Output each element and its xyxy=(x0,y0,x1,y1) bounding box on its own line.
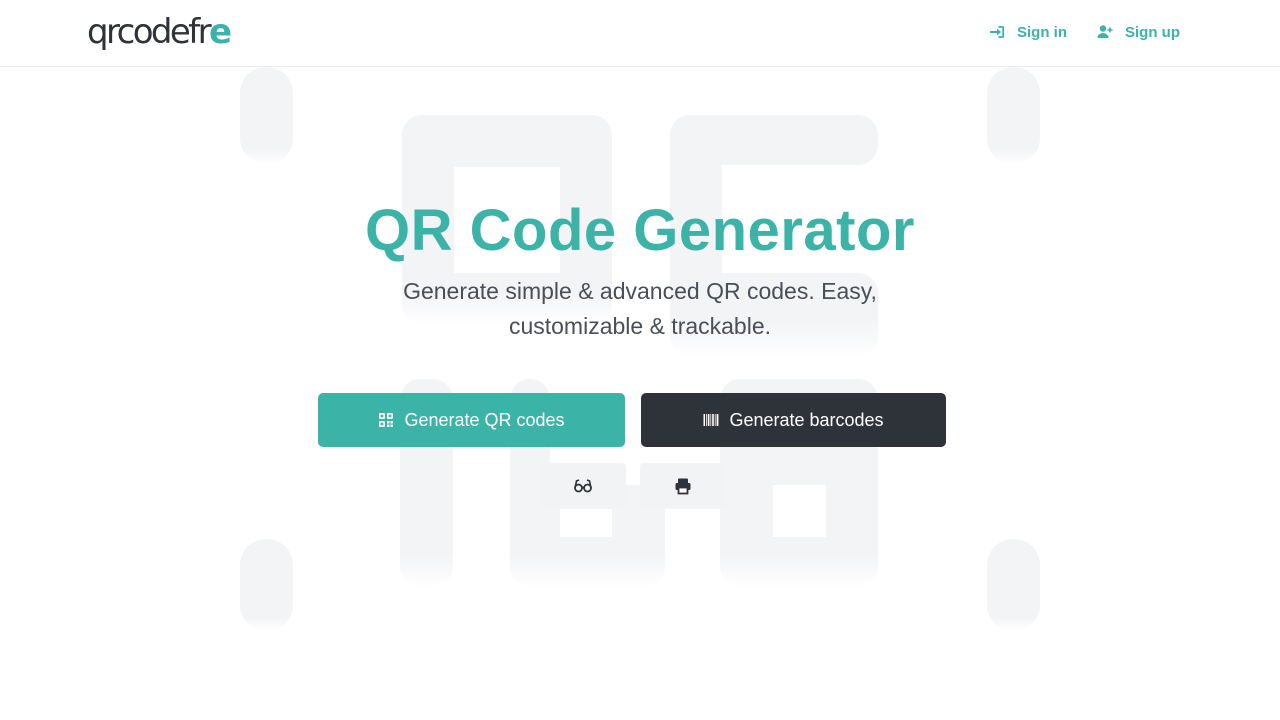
sign-up-link[interactable]: Sign up xyxy=(1097,19,1180,45)
barcode-icon xyxy=(703,414,719,426)
site-header: qrcodefr e Sign in Sign up xyxy=(0,0,1280,67)
generate-qr-button[interactable]: Generate QR codes xyxy=(318,393,625,447)
glasses-icon xyxy=(574,479,592,493)
sign-in-link[interactable]: Sign in xyxy=(989,19,1067,45)
hero-subtitle: Generate simple & advanced QR codes. Eas… xyxy=(403,278,877,339)
print-icon xyxy=(675,478,691,495)
print-button[interactable] xyxy=(640,463,726,509)
hero-section: QR Code Generator Generate simple & adva… xyxy=(0,196,1280,344)
generate-qr-label: Generate QR codes xyxy=(404,409,565,430)
generate-barcodes-button[interactable]: Generate barcodes xyxy=(641,393,946,447)
glasses-button[interactable] xyxy=(540,463,626,509)
qrcode-icon xyxy=(379,413,394,427)
logo[interactable]: qrcodefr e xyxy=(87,10,232,54)
sign-in-icon xyxy=(990,26,1004,38)
logo-text: qrcodefr xyxy=(87,12,212,52)
logo-accent: e xyxy=(208,12,232,52)
secondary-actions xyxy=(540,463,726,509)
cta-buttons: Generate QR codes Generate barcodes xyxy=(318,393,946,447)
user-plus-icon xyxy=(1097,25,1113,38)
generate-barcodes-label: Generate barcodes xyxy=(729,409,884,430)
sign-in-label: Sign in xyxy=(1017,23,1067,41)
page-title: QR Code Generator xyxy=(365,198,915,263)
header-nav: Sign in Sign up xyxy=(989,19,1180,45)
sign-up-label: Sign up xyxy=(1125,23,1180,41)
